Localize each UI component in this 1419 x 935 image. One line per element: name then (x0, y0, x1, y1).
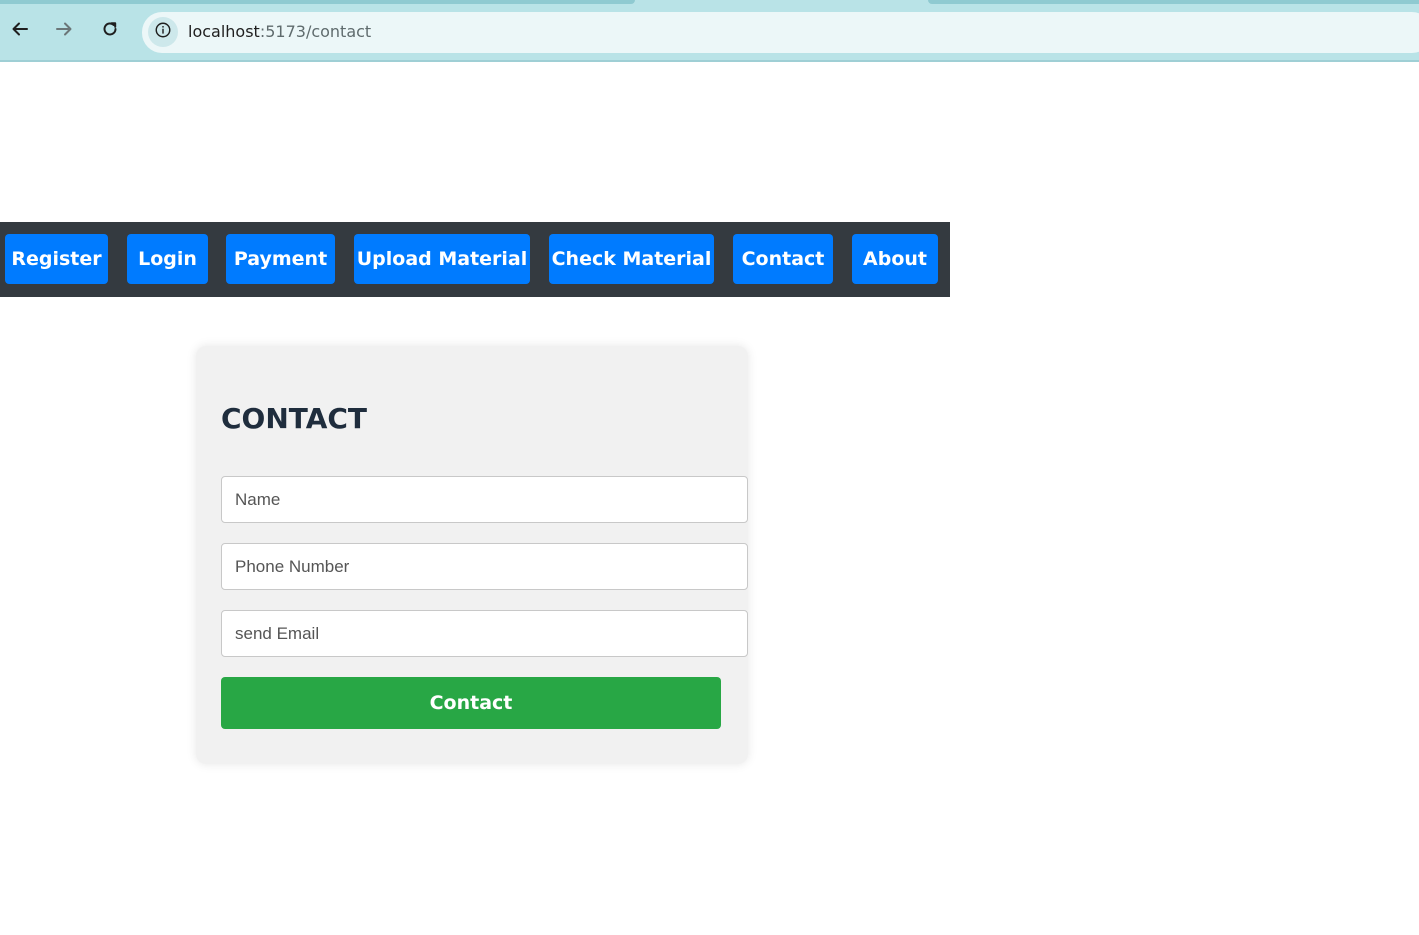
contact-submit-button[interactable]: Contact (221, 677, 721, 729)
name-input[interactable] (221, 476, 748, 523)
tab-strip (0, 0, 635, 4)
nav-payment-button[interactable]: Payment (226, 234, 335, 284)
contact-card: CONTACT Contact (196, 346, 748, 764)
arrow-right-icon (54, 19, 74, 43)
main-navbar: Register Login Payment Upload Material C… (0, 222, 950, 297)
nav-upload-material-button[interactable]: Upload Material (354, 234, 530, 284)
forward-button[interactable] (51, 18, 77, 44)
nav-login-button[interactable]: Login (127, 234, 208, 284)
page-title: CONTACT (221, 402, 368, 435)
email-input[interactable] (221, 610, 748, 657)
tab-strip (928, 0, 1419, 4)
nav-register-button[interactable]: Register (5, 234, 108, 284)
browser-toolbar: localhost:5173/contact (0, 0, 1419, 62)
reload-icon (100, 19, 120, 43)
url-path: :5173/contact (259, 22, 372, 41)
arrow-left-icon (10, 19, 30, 43)
nav-contact-button[interactable]: Contact (733, 234, 833, 284)
url-host: localhost (188, 22, 260, 41)
info-icon (154, 21, 172, 43)
url-text[interactable]: localhost:5173/contact (188, 22, 371, 41)
nav-check-material-button[interactable]: Check Material (549, 234, 714, 284)
back-button[interactable] (7, 18, 33, 44)
site-info-button[interactable] (148, 17, 178, 47)
address-bar[interactable]: localhost:5173/contact (142, 12, 1419, 53)
reload-button[interactable] (97, 18, 123, 44)
phone-input[interactable] (221, 543, 748, 590)
nav-about-button[interactable]: About (852, 234, 938, 284)
